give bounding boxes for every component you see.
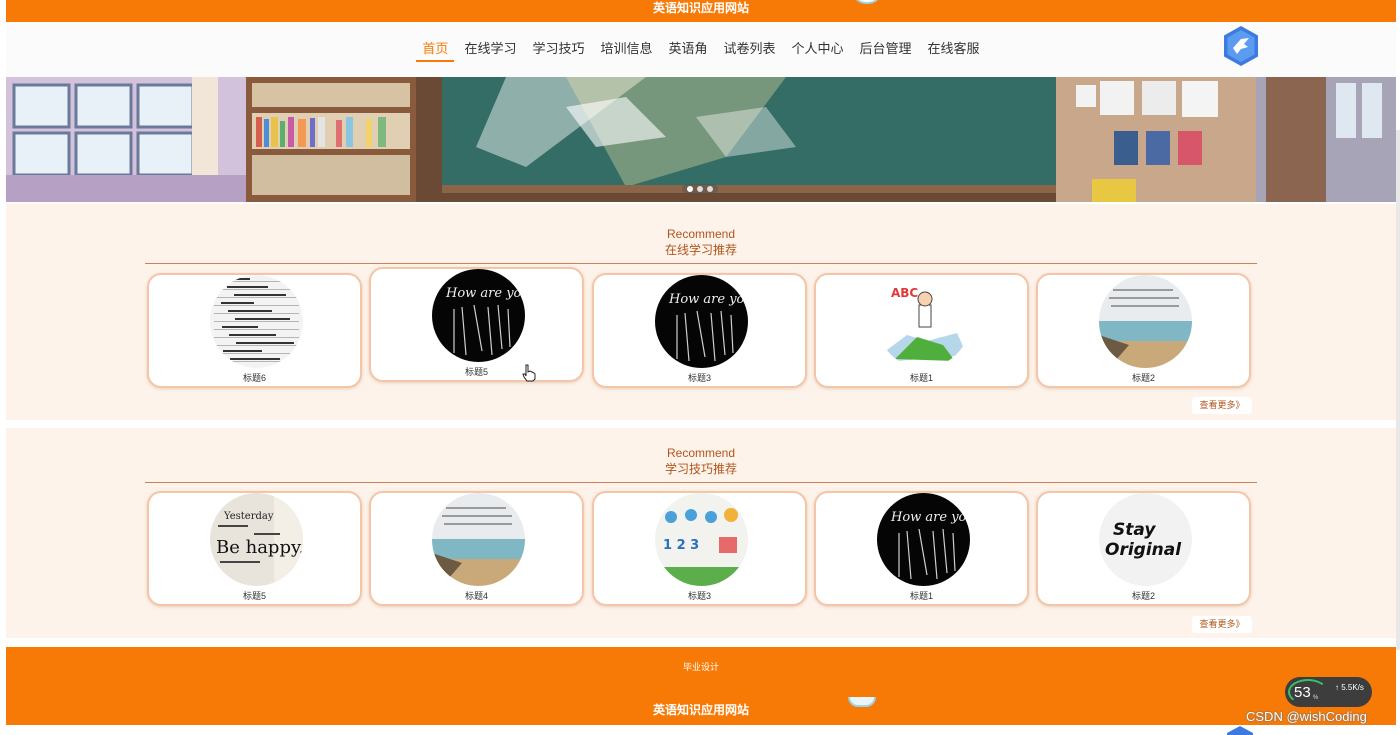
be-happy-image: Yesterday Be happy. (210, 493, 303, 586)
nav-item-7[interactable]: 个人中心 (784, 40, 852, 58)
card-title[interactable]: 标题5 (371, 367, 582, 378)
abc-kid-image: ABC (877, 275, 970, 368)
nav-item-8[interactable]: 后台管理 (852, 40, 920, 58)
card-title[interactable]: 标题1 (816, 591, 1027, 602)
top-header-bar: 英语知识应用网站 (6, 0, 1396, 22)
svg-text:1 2 3: 1 2 3 (663, 538, 699, 553)
recommend-section-learning: Recommend 在线学习推荐 标题6How are you?标题5How a… (6, 204, 1396, 420)
hexagon-bird-icon (1227, 726, 1253, 735)
nav-item-3[interactable]: 学习技巧 (524, 40, 592, 58)
svg-text:Yesterday: Yesterday (223, 511, 274, 522)
recommend-section-tips: Recommend 学习技巧推荐 Yesterday Be happy. 标题5 标题… (6, 428, 1396, 638)
nav-item-6[interactable]: 试卷列表 (716, 40, 784, 58)
svg-text:How are you?: How are you? (890, 510, 970, 525)
card-title[interactable]: 标题2 (1038, 591, 1249, 602)
card-title[interactable]: 标题4 (371, 591, 582, 602)
section-kicker: Recommend (666, 446, 736, 460)
svg-text:Stay: Stay (1113, 520, 1156, 540)
svg-text:Original: Original (1105, 540, 1182, 560)
card-title[interactable]: 标题3 (594, 591, 805, 602)
footer-caption: 毕业设计 (682, 662, 719, 672)
network-speed-widget[interactable]: 53 % ↑ 5.5K/s (1285, 677, 1372, 707)
carousel-indicators (682, 184, 718, 194)
card-title[interactable]: 标题1 (816, 373, 1027, 384)
speed-unit: % (1313, 695, 1319, 701)
section-divider (145, 263, 1257, 264)
scrollbar-thumb[interactable] (1396, 130, 1400, 650)
recommend-card[interactable]: Stay Original 标题2 (1036, 491, 1251, 606)
hexagon-bird-icon[interactable] (1222, 25, 1260, 67)
nav-item-9[interactable]: 在线客服 (920, 40, 988, 58)
page: 英语知识应用网站 首页 在线学习 学习技巧 培训信息 英语角 试卷列表 个人中心 后台管理 在线… (0, 0, 1400, 735)
recommend-card[interactable]: How are you? 标题1 (814, 491, 1029, 606)
nav-item-5[interactable]: 英语角 (660, 40, 715, 58)
stay-original-image: StayOriginal (1099, 493, 1192, 586)
weather-wall-image: 1 2 3 (655, 493, 748, 586)
recommend-card[interactable]: ABC 标题1 (814, 273, 1029, 388)
watermark: CSDN @wishCoding (1246, 709, 1367, 724)
card-thumbnail[interactable]: 1 2 3 (655, 493, 748, 586)
card-thumbnail[interactable] (210, 275, 303, 368)
beach-image (1099, 275, 1192, 368)
how-are-you-image: How are you? (432, 269, 525, 362)
card-thumbnail[interactable] (432, 493, 525, 586)
carousel-dot[interactable] (687, 186, 693, 192)
svg-text:How are you?: How are you? (445, 286, 525, 301)
svg-text:Be happy.: Be happy. (216, 537, 303, 558)
card-thumbnail[interactable] (1099, 275, 1192, 368)
carousel-dot[interactable] (697, 186, 703, 192)
card-thumbnail[interactable]: Yesterday Be happy. (210, 493, 303, 586)
section-title: 在线学习推荐 (664, 243, 737, 257)
nav-item-2[interactable]: 在线学习 (456, 40, 524, 58)
card-thumbnail[interactable]: ABC (877, 275, 970, 368)
how-are-you-image: How are you? (655, 275, 748, 368)
recommend-card[interactable]: Yesterday Be happy. 标题5 (147, 491, 362, 606)
section-title: 学习技巧推荐 (664, 462, 737, 476)
card-thumbnail[interactable]: How are you? (432, 269, 525, 362)
site-title: 英语知识应用网站 (652, 1, 749, 15)
section-kicker: Recommend (666, 227, 736, 241)
section-divider (145, 482, 1257, 483)
view-more-button[interactable]: 查看更多》 (1192, 397, 1252, 414)
lined-text-image (210, 275, 303, 368)
hero-banner (6, 77, 1396, 202)
view-more-button[interactable]: 查看更多》 (1192, 616, 1252, 633)
footer: 毕业设计 英语知识应用网站 (6, 647, 1396, 725)
footer-site-name: 英语知识应用网站 (652, 703, 749, 717)
svg-text:How are you?: How are you? (668, 292, 748, 307)
card-title[interactable]: 标题5 (149, 591, 360, 602)
card-title[interactable]: 标题6 (149, 373, 360, 384)
svg-text:ABC: ABC (891, 286, 918, 300)
card-thumbnail[interactable]: How are you? (655, 275, 748, 368)
upload-rate: ↑ 5.5K/s (1335, 683, 1364, 692)
site-logo-icon (854, 0, 880, 4)
card-thumbnail[interactable]: Stay Original (1099, 493, 1192, 586)
card-thumbnail[interactable]: How are you? (877, 493, 970, 586)
speed-value: 53 (1294, 684, 1311, 701)
recommend-card[interactable]: How are you? 标题3 (592, 273, 807, 388)
how-are-you-image: How are you? (877, 493, 970, 586)
recommend-card[interactable]: 标题2 (1036, 273, 1251, 388)
card-title[interactable]: 标题3 (594, 373, 805, 384)
card-title[interactable]: 标题2 (1038, 373, 1249, 384)
hand-cursor-icon (522, 364, 536, 382)
nav-item-1[interactable]: 首页 (414, 40, 456, 62)
carousel-dot[interactable] (707, 186, 713, 192)
recommend-card[interactable]: 标题4 (369, 491, 584, 606)
recommend-card[interactable]: How are you? 标题5 (369, 267, 584, 382)
main-navigation: 首页 在线学习 学习技巧 培训信息 英语角 试卷列表 个人中心 后台管理 在线客服 (6, 22, 1396, 77)
recommend-card[interactable]: 标题6 (147, 273, 362, 388)
recommend-card[interactable]: 1 2 3 标题3 (592, 491, 807, 606)
beach-image (432, 493, 525, 586)
nav-item-4[interactable]: 培训信息 (592, 40, 660, 58)
